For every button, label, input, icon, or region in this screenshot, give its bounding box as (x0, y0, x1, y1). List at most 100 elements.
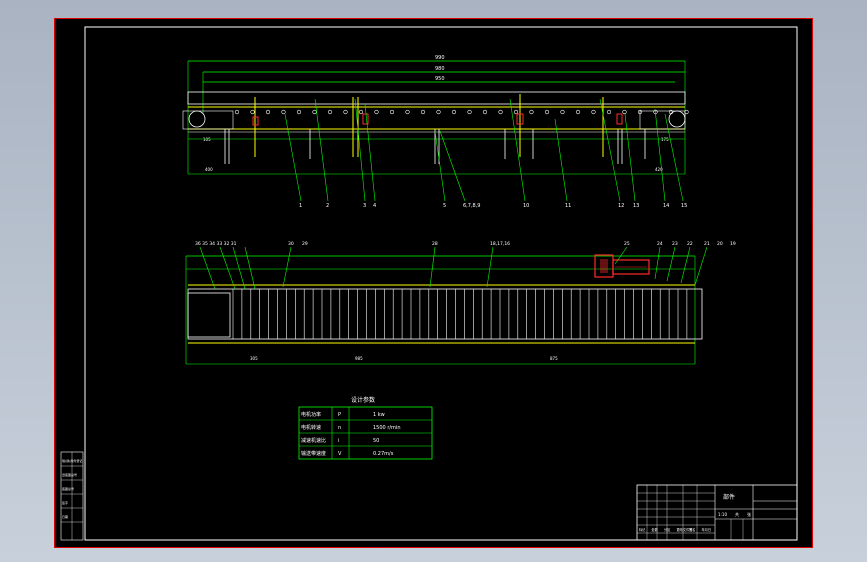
strip-label: 借(通)用件登记 (62, 458, 82, 463)
design-params-title: 设计参数 (351, 396, 375, 404)
strip-label: 底图总号 (62, 486, 74, 491)
roller-icon (606, 109, 612, 115)
roller-icon (544, 109, 550, 115)
callout-label: 36 35 34 33 32 31 (195, 241, 237, 247)
dim-upper: 980 (435, 66, 445, 72)
callout-label: 18,17,16 (490, 241, 510, 247)
param-name: 减速机速比 (301, 437, 326, 444)
strip-label: 签字 (62, 500, 68, 505)
callout-label: 13 (633, 203, 639, 209)
roller-icon (358, 109, 364, 115)
callout-label: 6,7,8,9 (463, 203, 481, 209)
title-block-row-labels: 标记 处数 分区 更改文件号签名 年月日 (639, 527, 711, 532)
callout-label: 1 (299, 203, 302, 209)
param-value: 1 kw (373, 412, 385, 418)
dim-bottom-left: 305 (250, 356, 258, 361)
callout-label: 21 (704, 241, 710, 247)
callout-label: 10 (523, 203, 529, 209)
param-rows: 电机功率 P 1 kw 电机转速 n 1500 r/min 减速机速比 i 50 输送带速度 V 0.… (301, 411, 400, 457)
roller-icon (498, 109, 503, 115)
callout-label: 20 (717, 241, 723, 247)
drawing-sheet: 990 980 950 400 420 105 175 1 2 3 4 5 6,… (54, 18, 813, 548)
roller-icon (343, 109, 348, 115)
title-block-label: 年月日 (702, 527, 712, 532)
roller-icon (467, 109, 472, 115)
screenshot-viewport: 990 980 950 400 420 105 175 1 2 3 4 5 6,… (0, 0, 867, 562)
param-symbol: P (338, 412, 341, 418)
plan-callouts: 36 35 34 33 32 31 30 29 28 18,17,16 25 24 23 22 2… (195, 241, 736, 247)
left-binding-strip: 借(通)用件登记旧底图总号底图总号签字日期 (60, 451, 84, 541)
callout-label: 29 (302, 241, 308, 247)
sheet-label-b: 张 (747, 511, 751, 517)
callout-label: 12 (618, 203, 624, 209)
callout-label: 25 (624, 241, 630, 247)
roller-icon (436, 109, 441, 115)
dim-small-left: 105 (203, 137, 211, 142)
design-params-table: 设计参数 电机功率 P 1 kw 电机转速 n 1500 r/min 减速机速比 i 50 输送带… (298, 396, 433, 460)
roller-icon (560, 109, 565, 115)
dim-bottom-mid: 985 (355, 356, 363, 361)
title-block-label: 标记 (639, 527, 646, 532)
roller-icon (420, 109, 426, 115)
title-block-label: 签名 (689, 527, 695, 532)
scale-label: 1:10 (718, 512, 727, 517)
top-callouts: 1 2 3 4 5 6,7,8,9 10 11 12 13 14 15 (299, 203, 687, 209)
plan-view: 36 35 34 33 32 31 30 29 28 18,17,16 25 24 23 22 2… (185, 241, 736, 365)
title-block: 部件 1:10 共 张 标记 处数 分区 更改文件号签名 年月日 (636, 484, 798, 541)
roller-icon (389, 109, 395, 115)
param-value: 1500 r/min (373, 425, 400, 431)
roller-icon (482, 109, 488, 115)
title-block-label: 分区 (664, 527, 671, 532)
param-name: 电机功率 (301, 411, 321, 418)
param-symbol: V (338, 451, 342, 457)
title-block-label: 处数 (652, 527, 659, 532)
callout-label: 2 (326, 203, 329, 209)
roller-icon (234, 109, 240, 115)
roller-icon (591, 109, 596, 115)
roller-icon (622, 109, 627, 115)
cad-drawing-canvas: 990 980 950 400 420 105 175 1 2 3 4 5 6,… (60, 26, 798, 541)
roller-icon (250, 109, 255, 115)
callout-label: 3 (363, 203, 366, 209)
param-name: 电机转速 (301, 424, 321, 431)
dim-bottom-right: 875 (550, 356, 558, 361)
roller-icon (281, 109, 286, 115)
callout-label: 22 (687, 241, 693, 247)
param-value: 0.27m/s (373, 451, 394, 457)
callout-label: 14 (663, 203, 669, 209)
dim-overall: 990 (435, 55, 445, 61)
callout-label: 24 (657, 241, 663, 247)
sheet-label-a: 共 (735, 511, 739, 517)
roller-icon (327, 109, 333, 115)
roller-icon (529, 109, 534, 115)
callout-label: 28 (432, 241, 438, 247)
dim-left: 400 (205, 167, 213, 172)
callout-label: 15 (681, 203, 687, 209)
roller-icon (451, 109, 457, 115)
param-name: 输送带速度 (301, 450, 326, 457)
side-elevation-view: 990 980 950 400 420 105 175 1 2 3 4 5 6,… (182, 55, 689, 209)
param-symbol: n (338, 425, 341, 431)
callout-label: 4 (373, 203, 376, 209)
conveyor-slats (232, 289, 688, 339)
roller-icon (513, 109, 519, 115)
param-value: 50 (373, 438, 379, 444)
roller-icon (296, 109, 302, 115)
roller-icon (374, 109, 379, 115)
roller-icon (405, 109, 410, 115)
callout-label: 11 (565, 203, 571, 209)
dim-mid: 950 (435, 76, 445, 82)
roller-icon (265, 109, 271, 115)
param-symbol: i (338, 438, 339, 444)
strip-label: 旧底图总号 (62, 472, 77, 477)
callout-label: 5 (443, 203, 446, 209)
callout-label: 19 (730, 241, 736, 247)
strip-label: 日期 (62, 514, 68, 519)
drawing-name: 部件 (723, 493, 735, 501)
callout-label: 23 (672, 241, 678, 247)
roller-icon (575, 109, 581, 115)
roller-row (234, 109, 689, 115)
roller-icon (312, 109, 317, 115)
callout-label: 30 (288, 241, 294, 247)
dim-small-right: 175 (661, 137, 669, 142)
